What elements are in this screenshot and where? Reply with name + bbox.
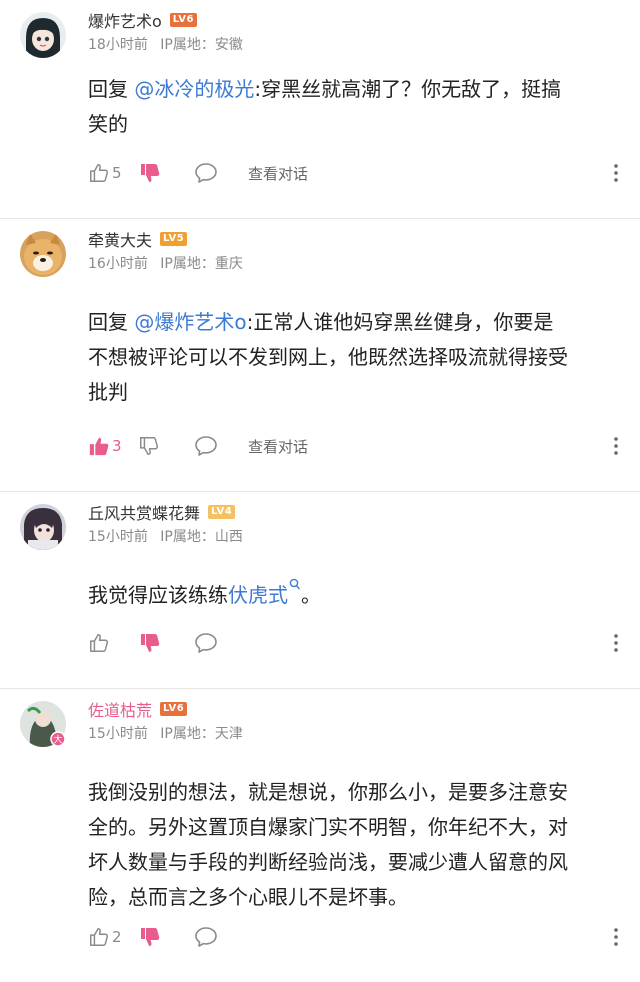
ip-location: IP属地：安徽 [160, 37, 243, 53]
avatar[interactable]: 大 [20, 701, 66, 747]
level-badge: LV4 [208, 505, 236, 519]
comment-text: 回复 @冰冷的极光:穿黑丝就高潮了？你无敌了，挺搞 笑的 [88, 72, 620, 142]
thumbs-down-icon [141, 928, 160, 946]
comment-line: 险，总而言之多个心眼儿不是坏事。 [88, 885, 408, 909]
comment-item: 牵黄大夫 LV5 16小时前 IP属地：重庆 回复 @爆炸艺术o:正常人谁他妈穿… [0, 219, 640, 492]
more-vertical-icon [614, 928, 618, 946]
comment-bubble-icon [195, 163, 217, 183]
reply-button[interactable] [194, 926, 236, 948]
reply-prefix: 回复 [88, 310, 128, 334]
comment-line: 全的。另外这置顶自爆家门实不明智，你年纪不大，对 [88, 815, 568, 839]
dislike-button[interactable] [138, 435, 194, 457]
reply-button[interactable] [194, 632, 236, 654]
comment-line: 我觉得应该练练 [88, 583, 228, 607]
avatar[interactable] [20, 12, 66, 58]
level-badge: LV6 [169, 13, 197, 27]
comment-item: 大 佐道枯荒 LV6 15小时前 IP属地：天津 我倒没别的想法，就是想说，你那… [0, 689, 640, 982]
comment-line: :穿黑丝就高潮了？你无敌了，挺搞 [254, 77, 562, 101]
username[interactable]: 丘风共赏蝶花舞 [88, 500, 200, 524]
like-count: 5 [112, 164, 122, 182]
avatar[interactable] [20, 231, 66, 277]
thumbs-up-icon [89, 437, 109, 456]
mention-link[interactable]: @爆炸艺术o [134, 310, 246, 334]
comment-line: 不想被评论可以不发到网上，他既然选择吸流就得接受 [88, 345, 568, 369]
comment-item: 爆炸艺术o LV6 18小时前 IP属地：安徽 回复 @冰冷的极光:穿黑丝就高潮… [0, 0, 640, 219]
comment-bubble-icon [195, 633, 217, 653]
thumbs-up-icon [90, 634, 109, 652]
comment-line: 批判 [88, 380, 128, 404]
ip-location: IP属地：天津 [160, 726, 243, 742]
thumbs-down-icon [141, 634, 160, 652]
thumbs-up-icon [90, 164, 109, 182]
comment-text: 回复 @爆炸艺术o:正常人谁他妈穿黑丝健身，你要是 不想被评论可以不发到网上，他… [88, 305, 620, 410]
dislike-button[interactable] [138, 631, 194, 655]
comment-time: 16小时前 [88, 256, 148, 272]
comment-text: 我倒没别的想法，就是想说，你那么小，是要多注意安 全的。另外这置顶自爆家门实不明… [88, 775, 620, 915]
like-count: 3 [112, 437, 122, 455]
more-menu-button[interactable] [606, 437, 626, 455]
more-menu-button[interactable] [606, 634, 626, 652]
reply-button[interactable] [194, 435, 236, 457]
comment-time: 18小时前 [88, 37, 148, 53]
comment-text: 我觉得应该练练伏虎式。 [88, 578, 620, 613]
comment-line: 。 [301, 583, 321, 607]
comment-bubble-icon [195, 927, 217, 947]
ip-location: IP属地：山西 [160, 529, 243, 545]
thumbs-up-icon [90, 928, 109, 946]
username[interactable]: 爆炸艺术o [88, 8, 162, 32]
avatar[interactable] [20, 504, 66, 550]
comment-item: 丘风共赏蝶花舞 LV4 15小时前 IP属地：山西 我觉得应该练练伏虎式。 [0, 492, 640, 689]
like-button[interactable]: 5 [88, 162, 138, 184]
svg-text:大: 大 [53, 734, 62, 746]
comment-line: 坏人数量与手段的判断经验尚浅，要减少遭人留意的风 [88, 850, 568, 874]
comment-line: :正常人谁他妈穿黑丝健身，你要是 [246, 310, 554, 334]
comment-bubble-icon [195, 436, 217, 456]
reply-prefix: 回复 [88, 77, 128, 101]
comment-time: 15小时前 [88, 529, 148, 545]
more-vertical-icon [614, 437, 618, 455]
ip-location: IP属地：重庆 [160, 256, 243, 272]
more-vertical-icon [614, 164, 618, 182]
more-menu-button[interactable] [606, 164, 626, 182]
like-button[interactable]: 2 [88, 926, 138, 948]
reply-button[interactable] [194, 162, 236, 184]
like-button[interactable]: 3 [88, 435, 138, 457]
view-conversation-link[interactable]: 查看对话 [248, 436, 308, 457]
comment-line: 我倒没别的想法，就是想说，你那么小，是要多注意安 [88, 780, 568, 804]
view-conversation-link[interactable]: 查看对话 [248, 163, 308, 184]
like-button[interactable] [88, 632, 138, 654]
dislike-button[interactable] [138, 925, 194, 949]
thumbs-down-icon [141, 164, 160, 182]
level-badge: LV6 [160, 702, 188, 716]
comment-line: 笑的 [88, 112, 128, 136]
more-menu-button[interactable] [606, 928, 626, 946]
dislike-button[interactable] [138, 161, 194, 185]
comment-time: 15小时前 [88, 726, 148, 742]
mention-link[interactable]: @冰冷的极光 [134, 77, 254, 101]
level-badge: LV5 [160, 232, 188, 246]
username[interactable]: 牵黄大夫 [88, 227, 152, 251]
more-vertical-icon [614, 634, 618, 652]
search-icon [289, 578, 301, 590]
search-keyword-link[interactable]: 伏虎式 [228, 583, 288, 607]
username[interactable]: 佐道枯荒 [88, 697, 152, 721]
like-count: 2 [112, 928, 122, 946]
thumbs-down-icon [140, 437, 159, 455]
